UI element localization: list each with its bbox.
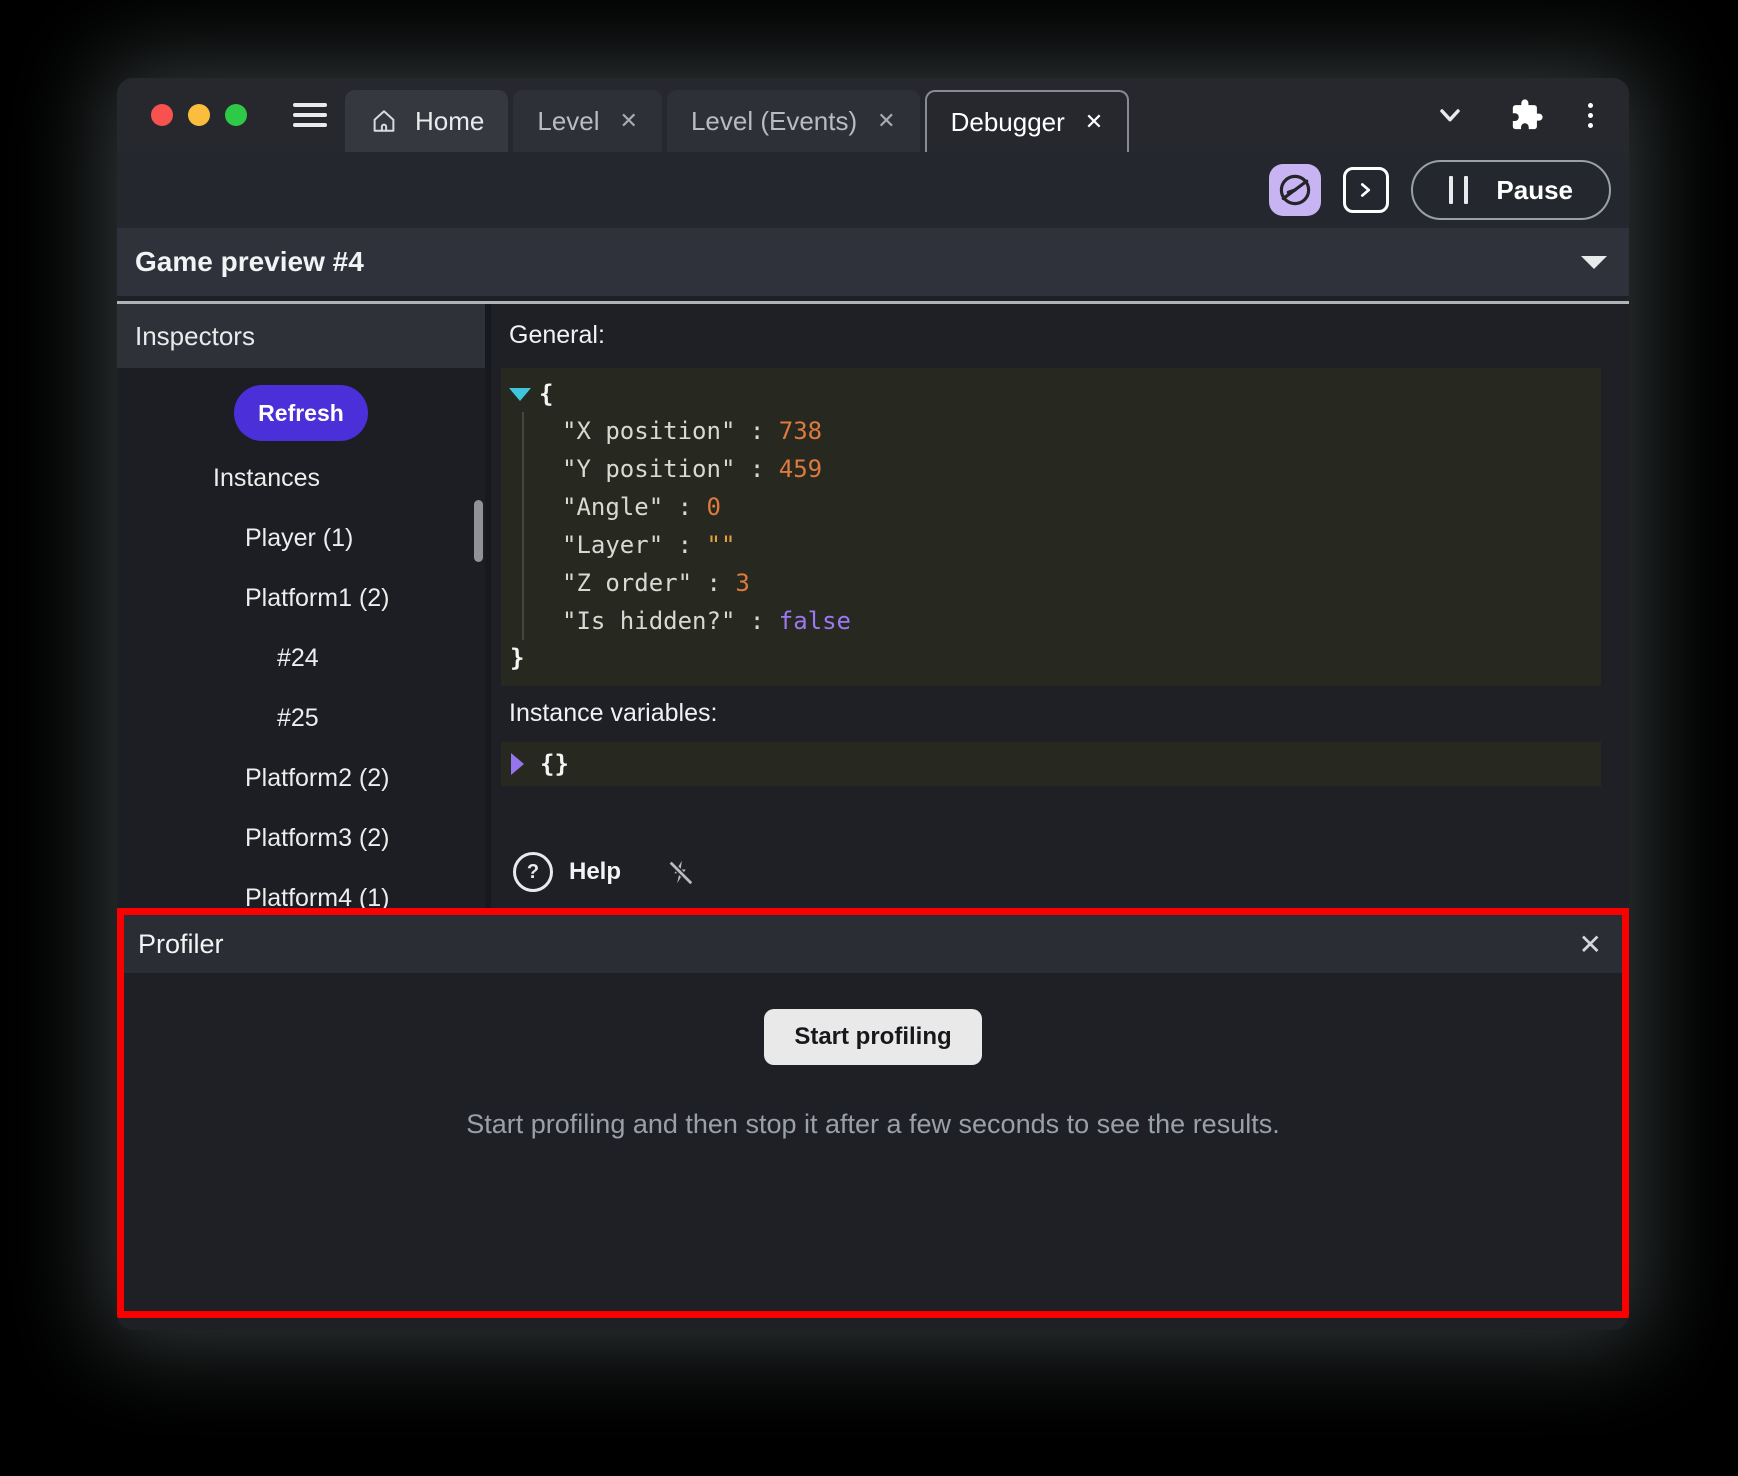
- tree-item[interactable]: #25: [117, 688, 485, 748]
- general-json-view: { "X position" : 738"Y position" : 459"A…: [501, 368, 1601, 686]
- tab-home[interactable]: Home: [345, 90, 508, 152]
- json-property-row: "Angle" : 0: [562, 488, 1591, 526]
- game-preview-title: Game preview #4: [135, 246, 364, 278]
- console-button[interactable]: [1343, 167, 1389, 213]
- extensions-icon[interactable]: [1510, 98, 1544, 132]
- close-icon[interactable]: ✕: [620, 108, 638, 134]
- home-icon: [369, 106, 399, 136]
- json-property-row: "Z order" : 3: [562, 564, 1591, 602]
- tab-label: Level (Events): [691, 106, 857, 137]
- collapse-triangle-icon[interactable]: [509, 388, 531, 401]
- instances-tree: InstancesPlayer (1)Platform1 (2)#24#25Pl…: [117, 448, 485, 908]
- zoom-window-button[interactable]: [225, 104, 247, 126]
- tab-level[interactable]: Level ✕: [513, 90, 662, 152]
- inspectors-panel: Inspectors Refresh InstancesPlayer (1)Pl…: [117, 304, 485, 908]
- pause-icon: [1449, 176, 1468, 204]
- tab-strip: Home Level ✕ Level (Events) ✕ Debugger ✕: [345, 78, 1129, 152]
- profiler-panel: Profiler ✕ Start profiling Start profili…: [117, 908, 1629, 1318]
- minimize-window-button[interactable]: [188, 104, 210, 126]
- inspector-detail-panel: General: { "X position" : 738"Y position…: [491, 304, 1629, 908]
- instance-variables-value: {}: [540, 750, 569, 778]
- tree-item[interactable]: Instances: [117, 448, 485, 508]
- game-preview-header[interactable]: Game preview #4: [117, 228, 1629, 296]
- json-property-row: "Y position" : 459: [562, 450, 1591, 488]
- pause-button[interactable]: Pause: [1411, 160, 1611, 220]
- flash-off-icon[interactable]: [665, 857, 695, 887]
- help-row: ? Help: [513, 852, 1601, 892]
- tab-bar-actions: [1434, 98, 1593, 132]
- more-options-icon[interactable]: [1588, 103, 1593, 128]
- tab-debugger[interactable]: Debugger ✕: [925, 90, 1130, 152]
- inspectors-title: Inspectors: [117, 304, 485, 368]
- debugger-toolbar: Pause: [117, 152, 1629, 228]
- menu-icon[interactable]: [293, 103, 327, 127]
- open-brace: {: [539, 376, 553, 412]
- close-icon[interactable]: ✕: [877, 108, 895, 134]
- instance-variables-label: Instance variables:: [509, 696, 1601, 730]
- tree-item[interactable]: Platform1 (2): [117, 568, 485, 628]
- help-label[interactable]: Help: [569, 858, 621, 886]
- refresh-button[interactable]: Refresh: [234, 385, 368, 441]
- profiler-description: Start profiling and then stop it after a…: [466, 1109, 1279, 1140]
- profiler-header: Profiler ✕: [124, 915, 1622, 973]
- app-window: Home Level ✕ Level (Events) ✕ Debugger ✕: [117, 78, 1629, 1330]
- dropdown-arrow-icon[interactable]: [1581, 256, 1607, 269]
- close-icon[interactable]: ✕: [1579, 928, 1602, 961]
- profiler-title: Profiler: [138, 929, 224, 960]
- tab-label: Debugger: [951, 107, 1065, 138]
- tree-item[interactable]: Player (1): [117, 508, 485, 568]
- scrollbar-thumb[interactable]: [474, 500, 483, 562]
- tab-level-events[interactable]: Level (Events) ✕: [667, 90, 920, 152]
- general-json-rows: "X position" : 738"Y position" : 459"Ang…: [522, 412, 1591, 640]
- tab-label: Home: [415, 106, 484, 137]
- debugger-content: Inspectors Refresh InstancesPlayer (1)Pl…: [117, 304, 1629, 908]
- json-property-row: "X position" : 738: [562, 412, 1591, 450]
- profiler-body: Start profiling Start profiling and then…: [124, 973, 1622, 1140]
- close-icon[interactable]: ✕: [1085, 109, 1103, 135]
- profiler-gauge-icon: [1276, 171, 1314, 209]
- instance-variables-view: {}: [501, 742, 1601, 786]
- help-icon[interactable]: ?: [513, 852, 553, 892]
- screenshot-stage: Home Level ✕ Level (Events) ✕ Debugger ✕: [0, 0, 1738, 1476]
- chevron-right-icon: [1355, 179, 1377, 201]
- window-controls: [151, 104, 247, 126]
- json-property-row: "Is hidden?" : false: [562, 602, 1591, 640]
- tab-label: Level: [537, 106, 599, 137]
- tree-item[interactable]: Platform3 (2): [117, 808, 485, 868]
- tab-bar: Home Level ✕ Level (Events) ✕ Debugger ✕: [117, 78, 1629, 152]
- general-label: General:: [509, 318, 1601, 352]
- close-window-button[interactable]: [151, 104, 173, 126]
- chevron-down-icon[interactable]: [1434, 99, 1466, 131]
- close-brace: }: [510, 640, 1591, 676]
- tree-item[interactable]: Platform2 (2): [117, 748, 485, 808]
- expand-triangle-icon[interactable]: [511, 753, 524, 775]
- json-property-row: "Layer" : "": [562, 526, 1591, 564]
- tree-item[interactable]: #24: [117, 628, 485, 688]
- tree-item[interactable]: Platform4 (1): [117, 868, 485, 908]
- start-profiling-button[interactable]: Start profiling: [764, 1009, 981, 1065]
- profiler-toggle-button[interactable]: [1269, 164, 1321, 216]
- pause-label: Pause: [1496, 175, 1573, 206]
